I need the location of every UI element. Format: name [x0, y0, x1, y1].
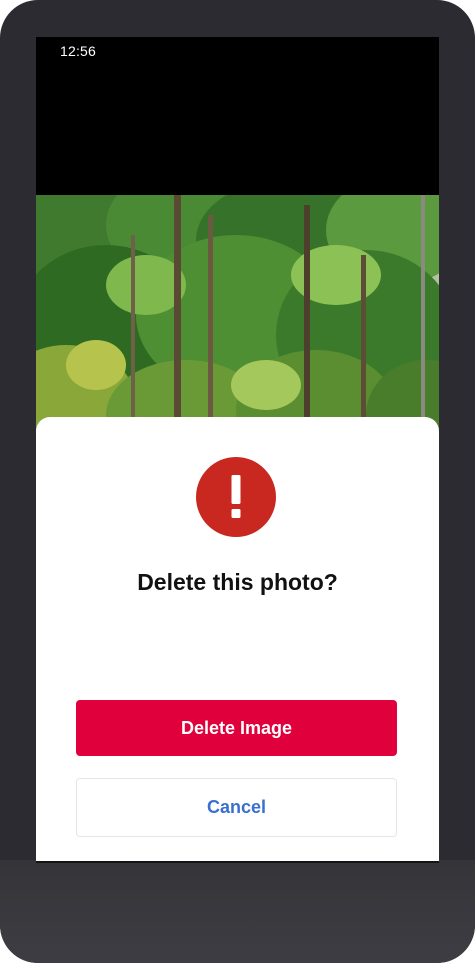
- phone-frame: 12:56 Delete this photo? Delete Image Ca…: [0, 0, 475, 963]
- screen-bottom-edge: [36, 861, 439, 863]
- alert-circle-icon: [196, 457, 276, 537]
- status-time: 12:56: [60, 43, 97, 59]
- dialog-title: Delete this photo?: [137, 569, 338, 595]
- delete-image-button[interactable]: Delete Image: [76, 700, 397, 756]
- delete-confirmation-dialog: Delete this photo? Delete Image Cancel: [36, 417, 439, 863]
- status-bar: 12:56: [36, 37, 439, 65]
- cancel-button[interactable]: Cancel: [76, 778, 397, 837]
- photo-preview: [36, 195, 439, 455]
- phone-screen: 12:56 Delete this photo? Delete Image Ca…: [36, 37, 439, 863]
- phone-bezel-bottom: [0, 860, 475, 963]
